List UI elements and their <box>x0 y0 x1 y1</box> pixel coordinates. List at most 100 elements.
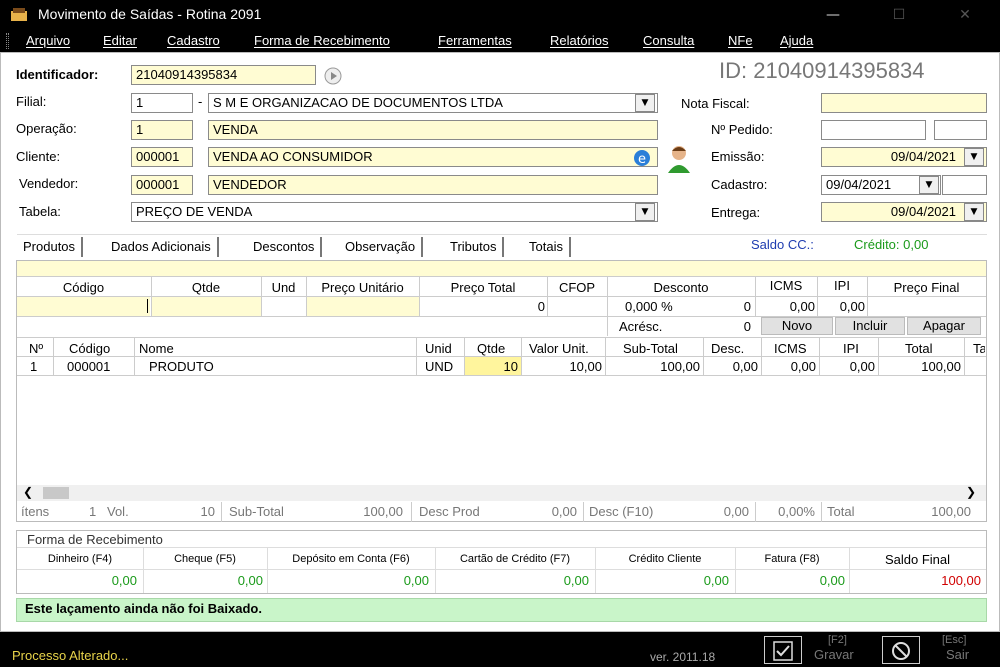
filial-dropdown-icon[interactable]: ▼ <box>635 94 655 112</box>
nota-fiscal-field[interactable] <box>821 93 987 113</box>
novo-button[interactable]: Novo <box>761 317 833 335</box>
rec-cartao-value[interactable]: 0,00 <box>435 573 589 588</box>
tabela-dropdown-icon[interactable]: ▼ <box>635 203 655 221</box>
pedido-extra-field[interactable] <box>934 120 987 140</box>
play-icon[interactable] <box>323 66 343 86</box>
row-qtde[interactable]: 10 <box>464 359 518 374</box>
row-subtotal: 100,00 <box>660 359 700 374</box>
scroll-left-icon[interactable]: ❮ <box>23 485 33 499</box>
rec-deposito-value[interactable]: 0,00 <box>267 573 429 588</box>
tab-observacao[interactable]: Observação <box>339 237 424 257</box>
items-div-3 <box>416 338 417 375</box>
vendedor-name-field[interactable]: VENDEDOR <box>208 175 658 195</box>
gravar-button[interactable] <box>764 636 802 664</box>
emissao-label: Emissão: <box>711 149 765 164</box>
rec-credito-value[interactable]: 0,00 <box>595 573 729 588</box>
items-header-ipi: IPI <box>843 341 859 356</box>
entry-header-icms: ICMS <box>769 278 803 293</box>
cadastro-dropdown-icon[interactable]: ▼ <box>919 176 939 194</box>
rec-dinheiro-value[interactable]: 0,00 <box>17 573 137 588</box>
apagar-button[interactable]: Apagar <box>907 317 981 335</box>
sair-label[interactable]: Sair <box>946 647 969 662</box>
rec-div-1 <box>143 548 144 593</box>
items-header-nome: Nome <box>139 341 174 356</box>
vendedor-code-field[interactable]: 000001 <box>131 175 193 195</box>
entry-header-preco-final: Preço Final <box>893 280 960 295</box>
items-div-1 <box>53 338 54 375</box>
entry-ipi-value: 0,00 <box>839 299 865 314</box>
subtotal-label: Sub-Total <box>229 504 284 519</box>
scroll-right-icon[interactable]: ❯ <box>966 485 976 499</box>
items-div-11 <box>964 338 965 375</box>
incluir-button[interactable]: Incluir <box>835 317 905 335</box>
cliente-name-field[interactable]: VENDA AO CONSUMIDOR <box>208 147 658 167</box>
menu-cadastro[interactable]: Cadastro <box>167 33 220 48</box>
tabela-select[interactable]: PREÇO DE VENDA <box>131 202 658 222</box>
close-button[interactable]: ✕ <box>950 4 980 26</box>
horizontal-scrollbar[interactable] <box>17 485 986 501</box>
rec-cheque-value[interactable]: 0,00 <box>143 573 263 588</box>
gravar-label[interactable]: Gravar <box>814 647 854 662</box>
entry-div-5 <box>547 276 548 316</box>
entry-und-input[interactable] <box>261 297 306 316</box>
entry-preco-total-value: 0 <box>537 299 545 314</box>
items-div-10 <box>878 338 879 375</box>
entry-desconto-pct[interactable]: 0,000 % <box>625 299 673 314</box>
items-header-ta: Ta <box>973 341 985 356</box>
menu-consulta[interactable]: Consulta <box>643 33 694 48</box>
entrega-field[interactable]: 09/04/2021 <box>821 202 987 222</box>
filial-name-select[interactable]: S M E ORGANIZACAO DE DOCUMENTOS LTDA <box>208 93 658 113</box>
id-display: ID: 21040914395834 <box>719 58 925 83</box>
row-ipi: 0,00 <box>849 359 875 374</box>
maximize-button[interactable]: ☐ <box>884 4 914 26</box>
entry-preco-unitario-input[interactable] <box>306 297 419 316</box>
cliente-code-field[interactable]: 000001 <box>131 147 193 167</box>
rec-fatura-value[interactable]: 0,00 <box>735 573 845 588</box>
main-window: Movimento de Saídas - Rotina 2091 — ☐ ✕ … <box>0 0 1000 667</box>
menu-editar[interactable]: Editar <box>103 33 137 48</box>
operacao-name-field[interactable]: VENDA <box>208 120 658 140</box>
desc-prod-label: Desc Prod <box>419 504 480 519</box>
rec-div-3 <box>435 548 436 593</box>
entry-qtde-input[interactable] <box>151 297 261 316</box>
entry-header-ipi: IPI <box>834 278 850 293</box>
cadastro-time-field[interactable] <box>942 175 987 195</box>
items-div-4 <box>464 338 465 375</box>
rec-div-2 <box>267 548 268 593</box>
scroll-thumb[interactable] <box>43 487 69 499</box>
user-icon[interactable] <box>664 143 694 173</box>
menu-nfe[interactable]: NFe <box>728 33 753 48</box>
menu-forma-recebimento[interactable]: Forma de Recebimento <box>254 33 390 48</box>
emissao-field[interactable]: 09/04/2021 <box>821 147 987 167</box>
menu-relatorios[interactable]: Relatórios <box>550 33 609 48</box>
sair-button[interactable] <box>882 636 920 664</box>
entry-header-cfop: CFOP <box>558 280 596 295</box>
tab-produtos[interactable]: Produtos <box>17 237 84 257</box>
tab-dados-adicionais[interactable]: Dados Adicionais <box>105 237 219 257</box>
items-header-valor-unit: Valor Unit. <box>529 341 589 356</box>
browser-icon[interactable]: e <box>631 148 653 168</box>
tab-totais[interactable]: Totais <box>523 237 571 257</box>
rec-header-credito: Crédito Cliente <box>628 553 702 565</box>
menu-ferramentas[interactable]: Ferramentas <box>438 33 512 48</box>
entry-desconto-value[interactable]: 0 <box>701 299 751 314</box>
items-div-7 <box>703 338 704 375</box>
menu-ajuda[interactable]: Ajuda <box>780 33 813 48</box>
pedido-field[interactable] <box>821 120 926 140</box>
filial-separator: - <box>198 94 203 109</box>
filial-code-field[interactable]: 1 <box>131 93 193 113</box>
items-div-8 <box>761 338 762 375</box>
tab-tributos[interactable]: Tributos <box>444 237 505 257</box>
tab-descontos[interactable]: Descontos <box>247 237 323 257</box>
menu-grip <box>6 33 9 49</box>
entry-codigo-input[interactable] <box>17 297 150 316</box>
emissao-dropdown-icon[interactable]: ▼ <box>964 148 984 166</box>
minimize-button[interactable]: — <box>818 4 848 26</box>
menu-arquivo[interactable]: Arquivo <box>26 33 70 48</box>
operacao-code-field[interactable]: 1 <box>131 120 193 140</box>
entry-line-1 <box>17 276 986 277</box>
identificador-field[interactable]: 21040914395834 <box>131 65 316 85</box>
svg-text:e: e <box>638 152 646 167</box>
entrega-dropdown-icon[interactable]: ▼ <box>964 203 984 221</box>
acresc-value[interactable]: 0 <box>701 319 751 334</box>
